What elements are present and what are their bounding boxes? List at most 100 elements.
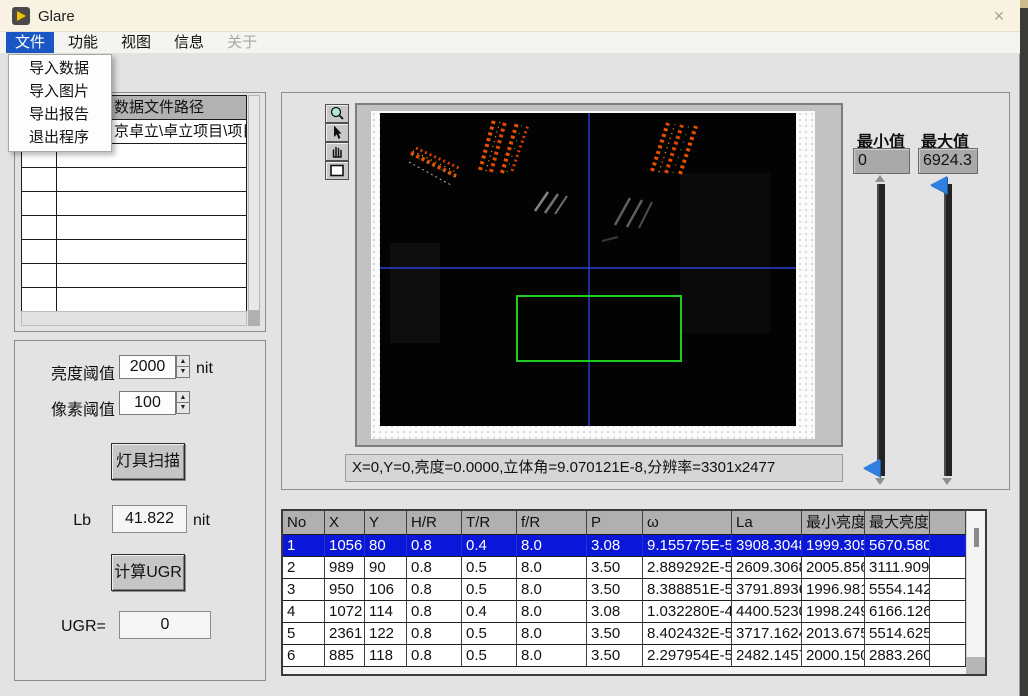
path-vertical-scrollbar[interactable] [248, 95, 260, 311]
lamp-image[interactable] [380, 113, 796, 426]
image-frame [355, 103, 843, 447]
zoom-tool-button[interactable] [325, 104, 349, 123]
path-horizontal-scrollbar[interactable] [21, 311, 247, 326]
menu-info[interactable]: 信息 [165, 32, 213, 53]
close-icon[interactable]: × [986, 5, 1012, 27]
results-header-row: NoXYH/RT/Rf/RPωLa最小亮度最大亮度 [283, 511, 985, 535]
calculate-ugr-button[interactable]: 计算UGR [111, 554, 185, 591]
path-table-row[interactable] [22, 192, 246, 216]
results-table-cell: 989 [325, 557, 365, 579]
path-table-row[interactable] [22, 216, 246, 240]
results-table-cell: 950 [325, 579, 365, 601]
menu-item-import-image[interactable]: 导入图片 [9, 80, 111, 103]
menu-bar: 文件 功能 视图 信息 关于 [0, 32, 1020, 54]
ugr-label: UGR= [61, 618, 106, 636]
cursor-tool-button[interactable] [325, 123, 349, 142]
results-table-cell: 4400.5230 [732, 601, 802, 623]
pan-tool-button[interactable] [325, 142, 349, 161]
decrement-icon[interactable]: ▼ [176, 366, 190, 378]
brightness-threshold-stepper[interactable]: ▲ ▼ [176, 355, 190, 379]
results-table-row[interactable]: 11056800.80.48.03.089.155775E-53908.3048… [283, 535, 985, 557]
results-table-cell: 0.8 [407, 601, 462, 623]
max-slider-bottom-marker-icon [942, 478, 952, 485]
menu-item-exit[interactable]: 退出程序 [9, 126, 111, 149]
results-table-cell [930, 579, 966, 601]
results-column-header[interactable]: T/R [462, 511, 517, 535]
lb-unit-label: nit [193, 512, 210, 530]
results-column-header[interactable] [930, 511, 966, 535]
magnifier-icon [329, 106, 345, 121]
results-table-cell: 3.08 [587, 535, 643, 557]
results-table-cell: 6 [283, 645, 325, 667]
results-column-header[interactable]: ω [643, 511, 732, 535]
path-row-index-cell [22, 240, 57, 263]
results-table-cell: 2482.1457 [732, 645, 802, 667]
path-row-value-cell [57, 264, 246, 287]
results-table-cell: 4 [283, 601, 325, 623]
min-value-field[interactable]: 0 [853, 148, 910, 174]
results-table-cell: 0.8 [407, 623, 462, 645]
results-column-header[interactable]: 最大亮度 [865, 511, 930, 535]
results-table-cell: 1.032280E-4 [643, 601, 732, 623]
results-scrollbar-corner [966, 657, 985, 676]
min-slider[interactable] [877, 184, 885, 476]
min-slider-bottom-marker-icon [875, 478, 885, 485]
results-table-cell: 3.50 [587, 645, 643, 667]
results-column-header[interactable]: Y [365, 511, 407, 535]
path-table-row[interactable] [22, 240, 246, 264]
results-table-cell: 0.8 [407, 579, 462, 601]
lamp-scan-button[interactable]: 灯具扫描 [111, 443, 185, 480]
results-table-cell [930, 645, 966, 667]
results-column-header[interactable]: X [325, 511, 365, 535]
image-viewport[interactable] [371, 111, 815, 439]
results-table-row[interactable]: 2989900.80.58.03.502.889292E-52609.30682… [283, 557, 985, 579]
path-row-value-cell [57, 288, 246, 311]
path-table-row[interactable] [22, 264, 246, 288]
desktop-edge-strip [1020, 0, 1028, 696]
path-table-row[interactable] [22, 168, 246, 192]
brightness-threshold-field[interactable]: 2000 [119, 355, 176, 379]
ugr-value-field: 0 [119, 611, 211, 639]
pixel-status-bar: X=0,Y=0,亮度=0.0000,立体角=9.070121E-8,分辨率=33… [345, 454, 843, 482]
max-slider[interactable] [944, 184, 952, 476]
menu-function[interactable]: 功能 [59, 32, 107, 53]
menu-item-export-report[interactable]: 导出报告 [9, 103, 111, 126]
path-table-row[interactable] [22, 288, 246, 312]
results-table-cell: 5514.6250 [865, 623, 930, 645]
decrement-icon[interactable]: ▼ [176, 402, 190, 414]
results-table-cell: 118 [365, 645, 407, 667]
results-column-header[interactable]: f/R [517, 511, 587, 535]
results-table-row[interactable]: 39501060.80.58.03.508.388851E-53791.8936… [283, 579, 985, 601]
max-slider-thumb[interactable] [930, 176, 947, 194]
min-slider-thumb[interactable] [863, 459, 880, 477]
rect-select-tool-button[interactable] [325, 161, 349, 180]
results-table-cell: 2.297954E-5 [643, 645, 732, 667]
menu-view[interactable]: 视图 [112, 32, 160, 53]
rectangle-icon [329, 163, 345, 178]
lb-label: Lb [67, 512, 91, 530]
results-table-cell: 90 [365, 557, 407, 579]
results-column-header[interactable]: H/R [407, 511, 462, 535]
results-column-header[interactable]: P [587, 511, 643, 535]
menu-file[interactable]: 文件 [6, 32, 54, 53]
results-column-header[interactable]: 最小亮度 [802, 511, 865, 535]
menu-item-import-data[interactable]: 导入数据 [9, 57, 111, 80]
results-table-cell: 3908.3048 [732, 535, 802, 557]
pixel-threshold-stepper[interactable]: ▲ ▼ [176, 391, 190, 415]
results-table-row[interactable]: 410721140.80.48.03.081.032280E-44400.523… [283, 601, 985, 623]
results-scrollbar-thumb[interactable] [974, 528, 979, 547]
results-vertical-scrollbar[interactable] [966, 511, 985, 657]
results-table-row[interactable]: 523611220.80.58.03.508.402432E-53717.162… [283, 623, 985, 645]
results-table-cell [930, 535, 966, 557]
pixel-threshold-label: 像素阈值 [41, 396, 115, 420]
results-column-header[interactable]: No [283, 511, 325, 535]
results-table-row[interactable]: 68851180.80.58.03.502.297954E-52482.1457… [283, 645, 985, 667]
results-column-header[interactable]: La [732, 511, 802, 535]
max-value-field[interactable]: 6924.3 [918, 148, 978, 174]
lamp-image-overlay [380, 113, 796, 426]
results-table-cell: 6166.1260 [865, 601, 930, 623]
results-table-cell: 2 [283, 557, 325, 579]
pixel-threshold-field[interactable]: 100 [119, 391, 176, 415]
results-table-cell: 1998.249 [802, 601, 865, 623]
results-table-cell: 0.4 [462, 601, 517, 623]
